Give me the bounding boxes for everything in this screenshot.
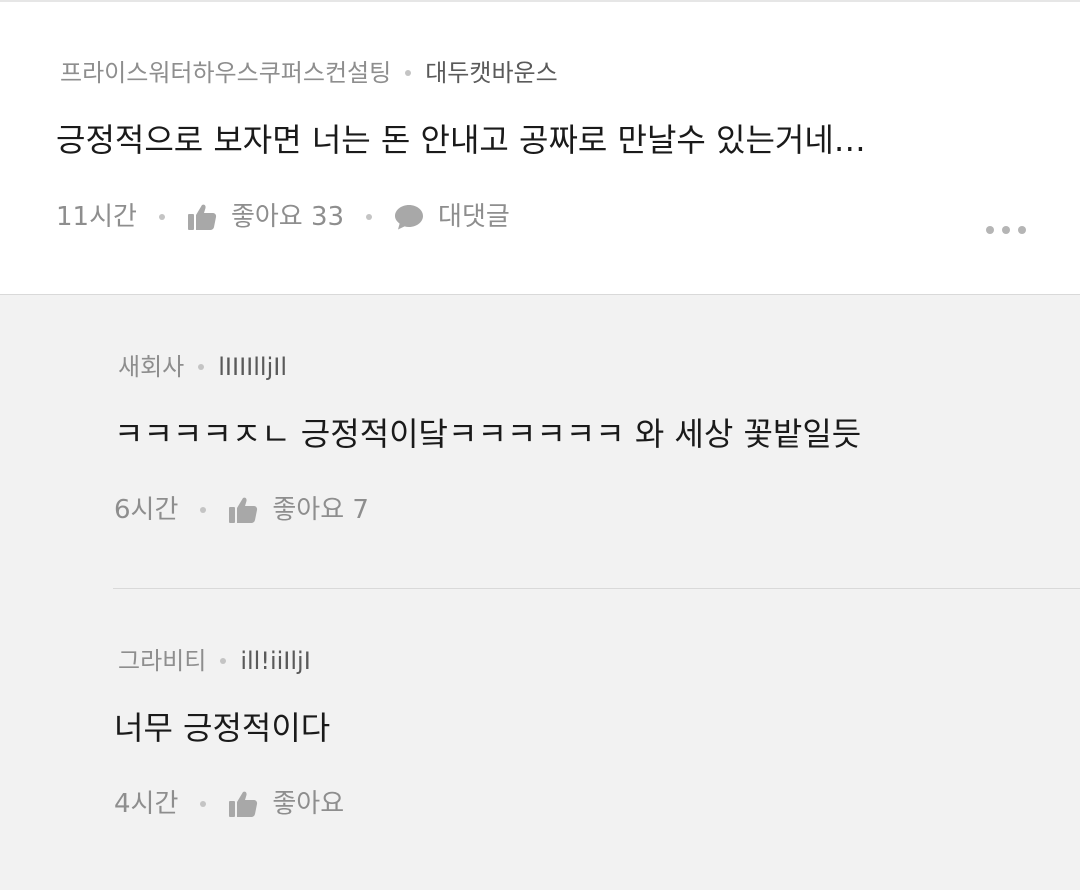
actions-separator — [200, 801, 207, 807]
actions-separator — [200, 507, 207, 513]
like-button[interactable]: 좋아요 7 — [228, 494, 369, 526]
reply-text: ㅋㅋㅋㅋㅈㄴ 긍정적이닼ㅋㅋㅋㅋㅋㅋ 와 세상 꽃밭일듯 — [114, 415, 862, 453]
reply-meta: 그라비티 ill!iiIljI — [118, 646, 311, 676]
thumbs-up-icon — [187, 203, 217, 231]
actions-separator — [158, 214, 165, 220]
more-dot — [1018, 226, 1026, 234]
more-dot — [1002, 226, 1010, 234]
like-label: 좋아요 33 — [230, 202, 345, 232]
comment-author[interactable]: 프라이스워터하우스쿠퍼스컨설팅 — [60, 58, 391, 88]
comment-handle[interactable]: 대두캣바운스 — [425, 58, 557, 88]
reply-meta: 새회사 lIIIIlljIl — [118, 352, 287, 382]
like-button[interactable]: 좋아요 33 — [187, 201, 344, 233]
like-button[interactable]: 좋아요 — [228, 788, 344, 820]
reply-divider — [113, 588, 1080, 589]
reply-text: 너무 긍정적이다 — [114, 709, 331, 747]
reply-actions: 4시간 좋아요 — [114, 788, 344, 820]
comment-meta: 프라이스워터하우스쿠퍼스컨설팅 대두캣바운스 — [60, 58, 558, 88]
meta-separator — [220, 658, 227, 664]
reply-time: 6시간 — [114, 495, 179, 525]
comment-actions: 11시간 좋아요 33 대댓글 — [56, 201, 510, 233]
reply-author[interactable]: 새회사 — [118, 352, 184, 382]
actions-separator — [366, 214, 373, 220]
reply-time: 4시간 — [114, 789, 179, 819]
comment-card: 프라이스워터하우스쿠퍼스컨설팅 대두캣바운스 긍정적으로 보자면 너는 돈 안내… — [0, 2, 1080, 295]
speech-bubble-icon — [394, 204, 424, 230]
like-label: 좋아요 7 — [272, 495, 369, 525]
reply-handle[interactable]: ill!iiIljI — [240, 646, 310, 676]
like-label: 좋아요 — [272, 789, 345, 819]
thumbs-up-icon — [228, 496, 258, 524]
reply-button[interactable]: 대댓글 — [394, 201, 510, 233]
more-options-button[interactable] — [982, 222, 1030, 238]
reply-handle[interactable]: lIIIIlljIl — [218, 352, 287, 382]
reply-label: 대댓글 — [438, 202, 510, 232]
comment-time: 11시간 — [56, 202, 137, 232]
thumbs-up-icon — [228, 790, 258, 818]
more-dots-icon — [986, 226, 994, 234]
meta-separator — [198, 364, 205, 370]
reply-author[interactable]: 그라비티 — [118, 646, 206, 676]
comment-text: 긍정적으로 보자면 너는 돈 안내고 공짜로 만날수 있는거네… — [56, 121, 866, 159]
reply-actions: 6시간 좋아요 7 — [114, 494, 369, 526]
meta-separator — [405, 70, 412, 76]
